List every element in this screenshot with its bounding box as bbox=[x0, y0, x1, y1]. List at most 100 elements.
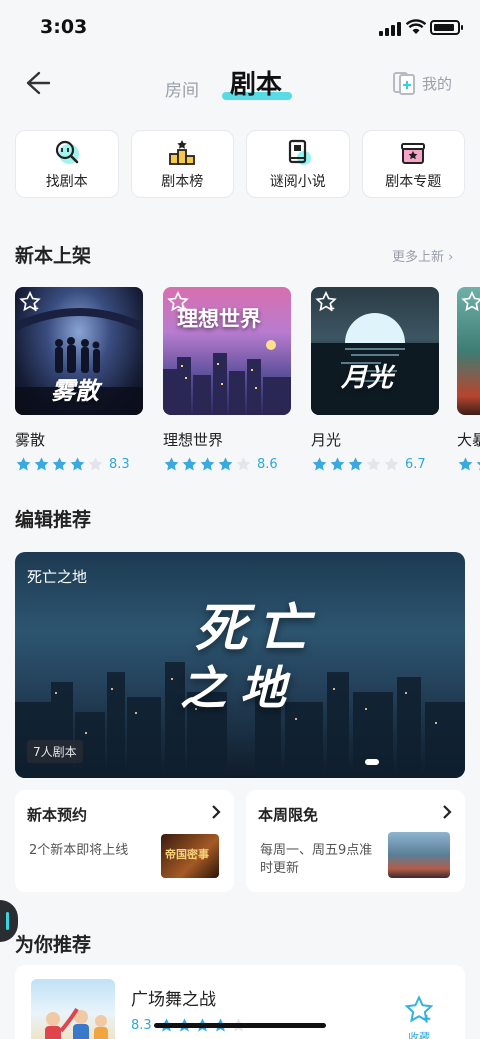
editor-picks-title: 编辑推荐 bbox=[15, 509, 92, 531]
rating-stars bbox=[457, 456, 480, 473]
recommended-title: 为你推荐 bbox=[15, 934, 92, 956]
promo-description: 每周一、周五9点准时更新 bbox=[260, 843, 373, 876]
rating-stars bbox=[163, 456, 252, 473]
promo-title: 本周限免 bbox=[258, 806, 319, 824]
my-scripts-icon bbox=[393, 72, 415, 95]
cover-title: 月光 bbox=[341, 363, 394, 393]
star-icon bbox=[34, 457, 49, 471]
script-cover: 月光 bbox=[311, 287, 439, 415]
promo-thumbnail: 帝国密事 bbox=[161, 834, 219, 878]
star-icon bbox=[312, 457, 327, 471]
player-count-tag: 7人剧本 bbox=[27, 740, 83, 763]
script-cover bbox=[31, 979, 115, 1039]
star-icon bbox=[16, 457, 31, 471]
star-icon bbox=[330, 457, 345, 471]
rating-score: 6.7 bbox=[405, 457, 426, 472]
script-card[interactable]: 理想世界 理想世界 8.6 bbox=[163, 287, 291, 473]
star-icon bbox=[52, 457, 67, 471]
favorite-star-icon[interactable] bbox=[167, 291, 189, 313]
star-icon bbox=[164, 457, 179, 471]
script-topic-button[interactable]: 剧本专题 bbox=[361, 130, 465, 198]
top-navbar: 房间 剧本 我的 bbox=[0, 56, 480, 112]
star-icon bbox=[200, 457, 215, 471]
star-icon bbox=[458, 457, 473, 471]
rating-score: 8.3 bbox=[109, 457, 130, 472]
chevron-right-icon: › bbox=[448, 250, 454, 265]
star-icon bbox=[476, 461, 480, 471]
more-new-link[interactable]: 更多上新 › bbox=[392, 246, 453, 265]
quick-label: 找剧本 bbox=[45, 173, 88, 190]
script-title: 广场舞之战 bbox=[131, 990, 216, 1010]
script-title: 雾散 bbox=[15, 431, 46, 449]
promo-thumbnail bbox=[388, 832, 450, 878]
weekly-free-card[interactable]: 本周限免 每周一、周五9点准时更新 bbox=[246, 790, 465, 892]
battery-icon bbox=[430, 20, 463, 35]
script-title: 月光 bbox=[311, 431, 342, 449]
more-new-label: 更多上新 bbox=[392, 250, 445, 265]
new-arrivals-carousel[interactable]: 雾散 雾散 8.3 理想世界 理想世界 8.6 月光 月光 6.7 大暴 bbox=[15, 287, 480, 477]
rating-score: 8.3 bbox=[131, 1018, 152, 1033]
banner-script-name: 死亡之地 bbox=[27, 568, 88, 586]
favorite-button[interactable]: 收藏 bbox=[403, 995, 435, 1039]
promo-title: 新本预约 bbox=[27, 806, 88, 824]
mystery-novel-button[interactable]: 谜阅小说 bbox=[246, 130, 350, 198]
star-icon bbox=[236, 457, 251, 471]
star-icon bbox=[366, 457, 381, 471]
favorite-star-icon bbox=[404, 995, 434, 1023]
new-arrivals-title: 新本上架 bbox=[15, 245, 92, 267]
star-rating: 6.7 bbox=[311, 456, 439, 473]
quick-label: 谜阅小说 bbox=[269, 173, 326, 190]
rating-score: 8.6 bbox=[257, 457, 278, 472]
promo-description: 2个新本即将上线 bbox=[29, 843, 129, 858]
script-title: 理想世界 bbox=[163, 431, 224, 449]
script-card[interactable]: 大暴 bbox=[457, 287, 480, 473]
chevron-right-icon bbox=[443, 805, 452, 819]
banner-art-title-2: 之地 bbox=[180, 661, 300, 715]
featured-banner[interactable]: 死亡之地 死亡 之地 7人剧本 bbox=[15, 552, 465, 778]
star-icon bbox=[218, 457, 233, 471]
mine-label: 我的 bbox=[422, 74, 453, 93]
star-rating: 8.6 bbox=[163, 456, 291, 473]
script-cover bbox=[457, 287, 480, 415]
back-arrow-icon[interactable] bbox=[22, 68, 52, 98]
rating-stars bbox=[311, 456, 400, 473]
status-bar: 3:03 bbox=[0, 0, 480, 56]
banner-art-title-1: 死亡 bbox=[195, 599, 320, 659]
quick-label: 剧本专题 bbox=[385, 173, 442, 190]
favorite-star-icon[interactable] bbox=[19, 291, 41, 313]
script-cover: 理想世界 bbox=[163, 287, 291, 415]
star-icon bbox=[70, 457, 85, 471]
quick-label: 剧本榜 bbox=[161, 173, 204, 190]
chevron-right-icon bbox=[212, 805, 221, 819]
new-script-reservation-card[interactable]: 新本预约 2个新本即将上线 帝国密事 bbox=[15, 790, 234, 892]
home-indicator bbox=[154, 1023, 326, 1028]
status-time: 3:03 bbox=[40, 16, 88, 38]
star-rating bbox=[457, 456, 480, 473]
script-card[interactable]: 雾散 雾散 8.3 bbox=[15, 287, 143, 473]
mine-button[interactable]: 我的 bbox=[392, 70, 452, 96]
script-card[interactable]: 月光 月光 6.7 bbox=[311, 287, 439, 473]
star-icon bbox=[348, 457, 363, 471]
favorite-label: 收藏 bbox=[408, 1031, 430, 1039]
script-ranking-button[interactable]: 剧本榜 bbox=[130, 130, 234, 198]
favorite-star-icon[interactable] bbox=[461, 291, 480, 313]
wifi-icon bbox=[406, 19, 426, 34]
star-icon bbox=[182, 457, 197, 471]
promo-thumbnail-title: 帝国密事 bbox=[165, 848, 209, 861]
favorite-star-icon[interactable] bbox=[315, 291, 337, 313]
cover-title: 理想世界 bbox=[177, 307, 261, 331]
find-script-button[interactable]: 找剧本 bbox=[15, 130, 119, 198]
rating-stars bbox=[15, 456, 104, 473]
star-rating: 8.3 bbox=[15, 456, 143, 473]
podium-icon bbox=[169, 139, 196, 165]
star-icon bbox=[384, 457, 399, 471]
search-script-icon bbox=[55, 140, 79, 164]
carousel-indicator bbox=[365, 759, 379, 765]
tab-room[interactable]: 房间 bbox=[165, 76, 199, 101]
signal-icon bbox=[379, 22, 401, 36]
script-cover: 雾散 bbox=[15, 287, 143, 415]
star-icon bbox=[88, 457, 103, 471]
tab-script[interactable]: 剧本 bbox=[230, 64, 282, 101]
book-icon bbox=[288, 139, 311, 165]
cover-title: 雾散 bbox=[51, 377, 99, 405]
